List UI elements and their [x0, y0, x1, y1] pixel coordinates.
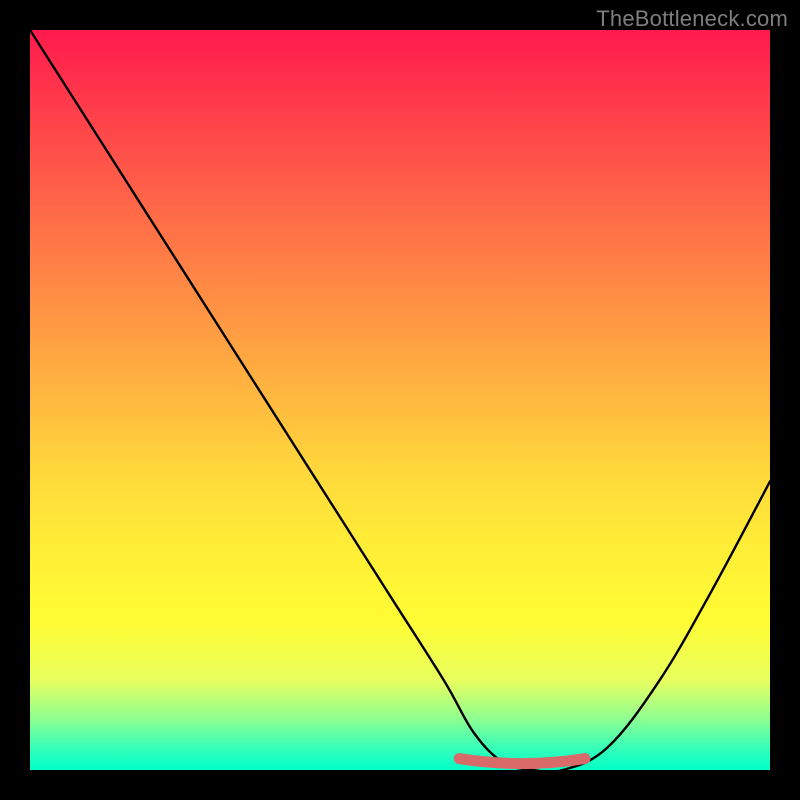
plot-area [30, 30, 770, 770]
attribution-text: TheBottleneck.com [596, 6, 788, 32]
chart-svg [30, 30, 770, 770]
chart-frame: TheBottleneck.com [0, 0, 800, 800]
optimal-range-marker [459, 759, 585, 764]
bottleneck-curve [30, 30, 770, 772]
